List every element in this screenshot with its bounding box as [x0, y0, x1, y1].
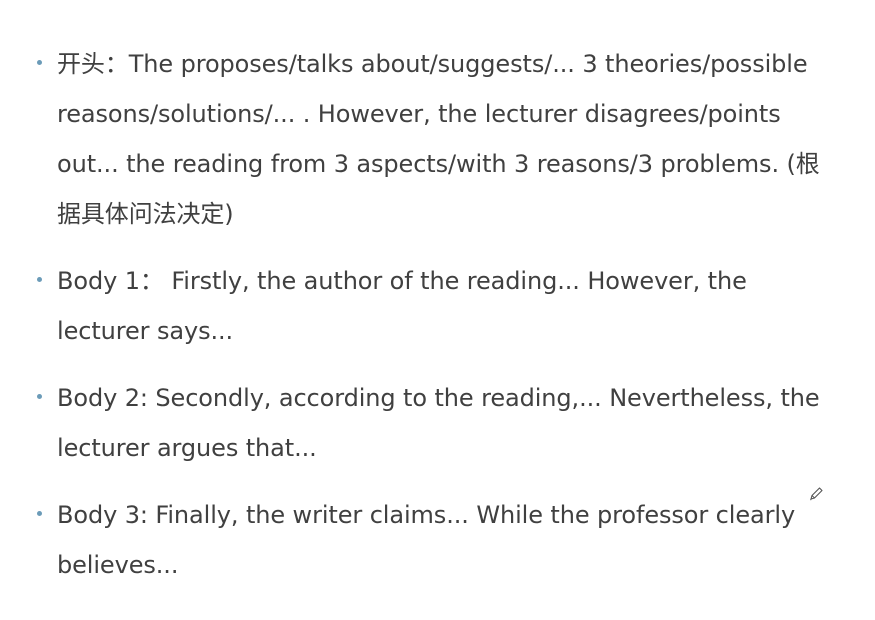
bullet-dot-icon	[37, 394, 42, 399]
bullet-text: Body 3: Finally, the writer claims... Wh…	[57, 501, 796, 579]
bullet-dot-icon	[37, 511, 42, 516]
bullet-item-intro: 开头：The proposes/talks about/suggests/...…	[37, 39, 827, 239]
bullet-text: 开头：The proposes/talks about/suggests/...…	[57, 50, 820, 228]
bullet-text: Body 2: Secondly, according to the readi…	[57, 384, 820, 462]
bullet-item-body-3: Body 3: Finally, the writer claims... Wh…	[37, 490, 827, 590]
bullet-text: Body 1： Firstly, the author of the readi…	[57, 267, 747, 345]
slide: 开头：The proposes/talks about/suggests/...…	[0, 0, 875, 620]
bullet-dot-icon	[37, 277, 42, 282]
pencil-icon[interactable]	[808, 486, 824, 502]
bullet-item-body-2: Body 2: Secondly, according to the readi…	[37, 373, 827, 473]
bullet-list: 开头：The proposes/talks about/suggests/...…	[0, 0, 875, 620]
bullet-dot-icon	[37, 60, 42, 65]
bullet-item-body-1: Body 1： Firstly, the author of the readi…	[37, 256, 827, 356]
